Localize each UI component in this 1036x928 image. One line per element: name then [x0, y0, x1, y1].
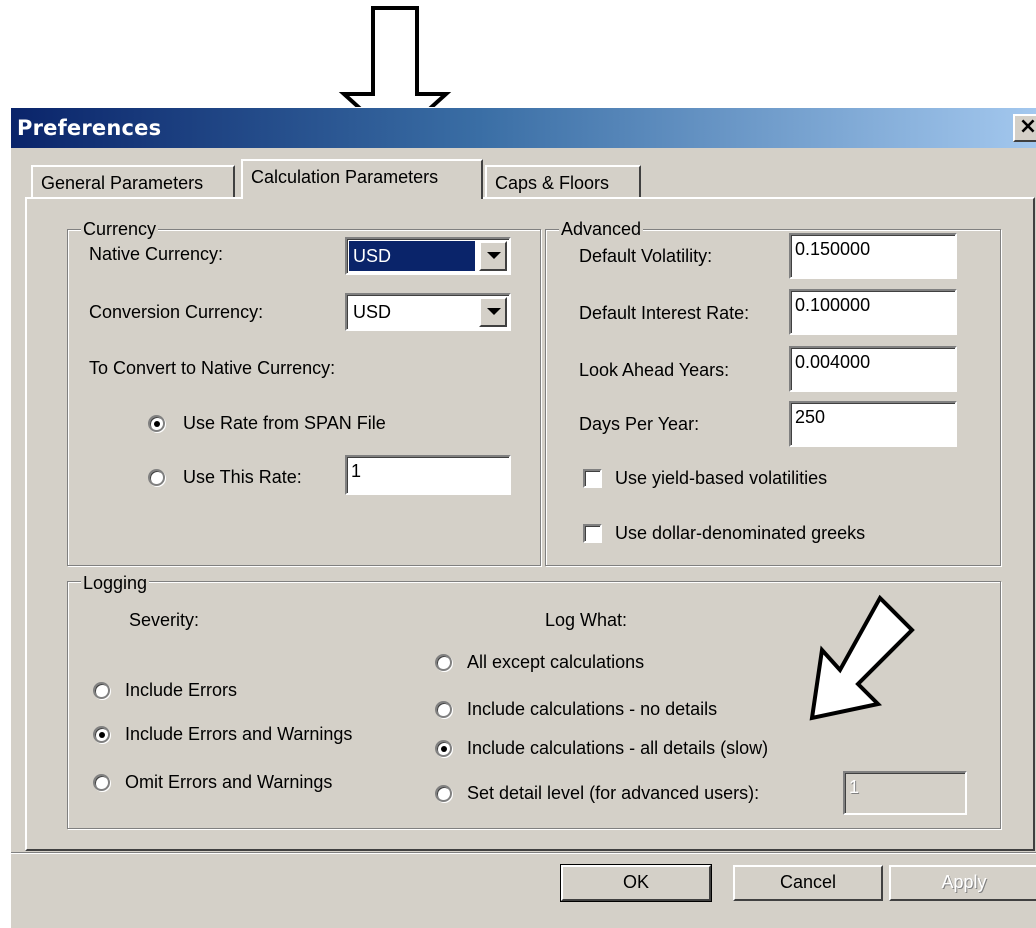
apply-button[interactable]: Apply — [889, 865, 1036, 901]
close-button[interactable]: × — [1013, 114, 1036, 142]
tab-panel — [25, 197, 1035, 851]
window-title: Preferences — [17, 116, 162, 140]
tab-caps-floors[interactable]: Caps & Floors — [485, 165, 641, 199]
cancel-button[interactable]: Cancel — [733, 865, 883, 901]
button-bar-separator — [11, 852, 1036, 854]
tab-label: General Parameters — [41, 173, 204, 193]
close-icon: × — [1018, 114, 1036, 139]
title-bar[interactable]: Preferences × — [11, 108, 1036, 148]
preferences-dialog: Preferences × General Parameters Calcula… — [10, 107, 1036, 928]
tab-label: Calculation Parameters — [251, 167, 439, 187]
tab-calculation-parameters[interactable]: Calculation Parameters — [241, 159, 483, 199]
tab-label: Caps & Floors — [495, 173, 610, 193]
tab-general-parameters[interactable]: General Parameters — [31, 165, 235, 199]
ok-button[interactable]: OK — [560, 864, 712, 902]
